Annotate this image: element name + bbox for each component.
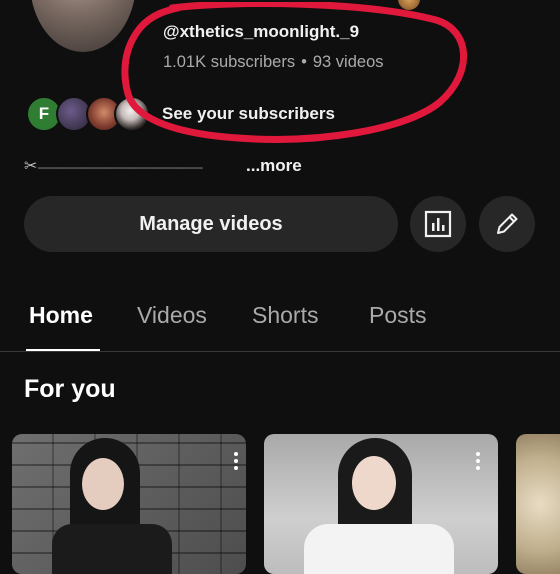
edit-button[interactable] xyxy=(479,196,535,252)
thumbnail-image xyxy=(52,524,172,574)
more-options-icon[interactable] xyxy=(234,452,238,470)
tab-videos[interactable]: Videos xyxy=(137,302,207,329)
thumbnail-image xyxy=(82,458,124,510)
video-count: 93 videos xyxy=(312,53,384,71)
tab-home[interactable]: Home xyxy=(29,302,93,329)
manage-videos-button[interactable]: Manage videos xyxy=(24,196,398,252)
decoration-icon xyxy=(398,0,420,10)
more-options-icon[interactable] xyxy=(476,452,480,470)
subscriber-count: 1.01K subscribers xyxy=(163,53,296,71)
channel-description[interactable]: ✂---------------------------------------… xyxy=(24,156,203,176)
tab-posts[interactable]: Posts xyxy=(369,302,427,329)
channel-stats: 1.01K subscribers • 93 videos xyxy=(163,53,384,72)
video-thumbnail[interactable] xyxy=(264,434,498,574)
thumbnail-image xyxy=(352,456,396,510)
tab-shorts[interactable]: Shorts xyxy=(252,302,318,329)
see-subscribers-link[interactable]: See your subscribers xyxy=(162,104,335,124)
channel-avatar[interactable] xyxy=(30,0,136,52)
section-title: For you xyxy=(24,375,116,403)
description-text: ----------------------------------------… xyxy=(37,160,203,174)
tabs-divider xyxy=(0,351,560,352)
stats-separator: • xyxy=(301,53,307,71)
video-thumbnail[interactable] xyxy=(12,434,246,574)
thumbnail-image xyxy=(304,524,454,574)
video-thumbnail[interactable] xyxy=(516,434,560,574)
analytics-button[interactable] xyxy=(410,196,466,252)
pencil-icon xyxy=(497,213,518,234)
channel-handle: @xthetics_moonlight._9 xyxy=(163,22,360,41)
more-link[interactable]: ...more xyxy=(246,156,302,176)
subscriber-avatar[interactable] xyxy=(114,96,150,132)
analytics-icon xyxy=(424,210,452,238)
scissors-icon: ✂ xyxy=(24,158,38,175)
